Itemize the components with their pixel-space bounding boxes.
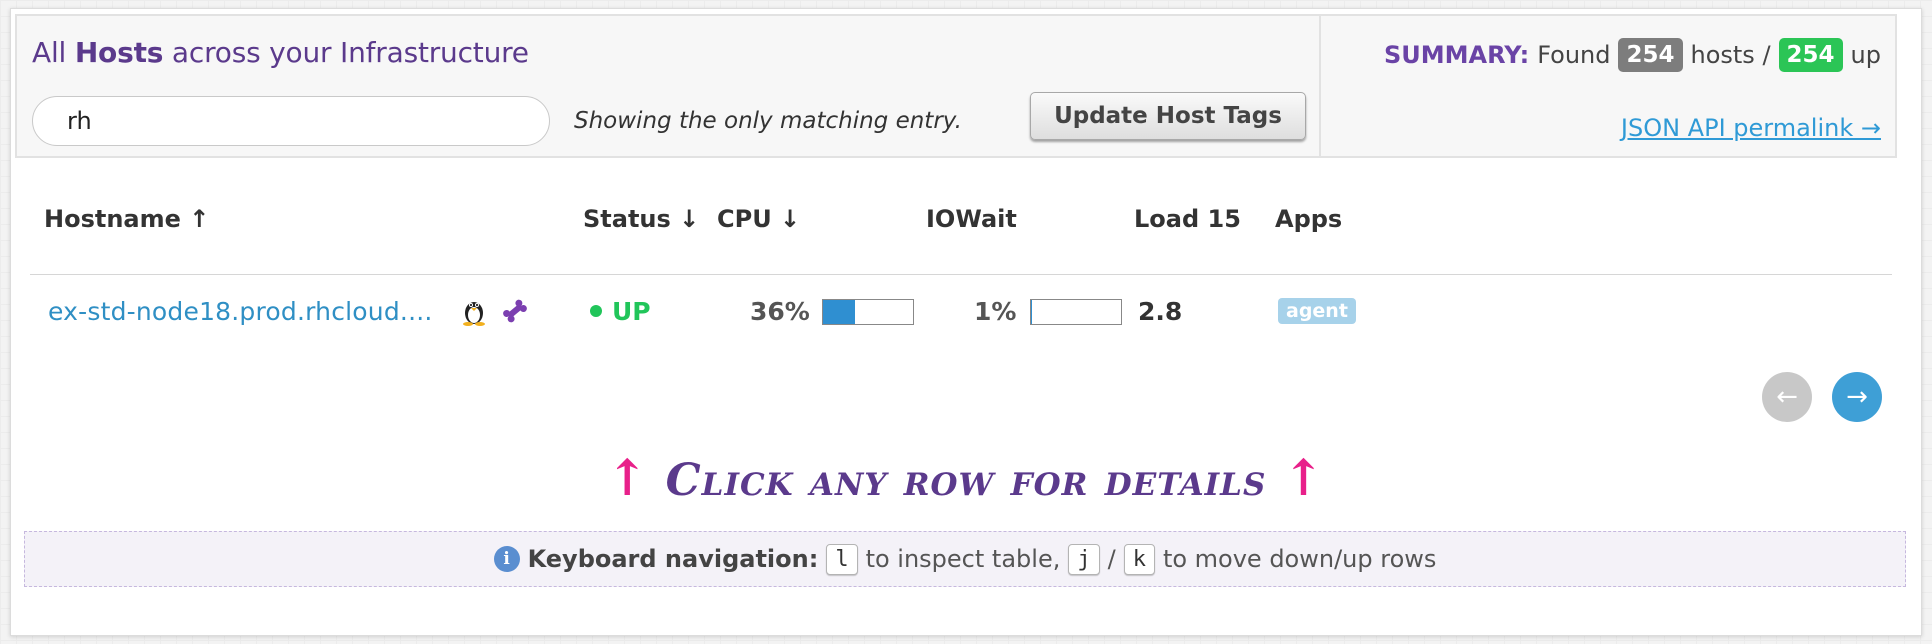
column-header-load15[interactable]: Load 15 (1134, 205, 1241, 233)
column-header-hostname[interactable]: Hostname ↑ (44, 205, 209, 233)
column-header-status[interactable]: Status ↓ (583, 205, 699, 233)
arrow-right-icon[interactable]: → (1832, 372, 1882, 422)
hostname-cell[interactable]: ex-std-node18.prod.rhcloud.... (48, 285, 433, 337)
column-header-cpu[interactable]: CPU ↓ (717, 205, 800, 233)
match-note: Showing the only matching entry. (574, 108, 962, 134)
hostname-link[interactable]: ex-std-node18.prod.rhcloud.... (48, 297, 433, 326)
hint-text: Click any row for details (665, 455, 1267, 506)
keyboard-nav-title: Keyboard navigation: (527, 545, 819, 573)
key-l: l (826, 543, 858, 575)
app-badge-agent[interactable]: agent (1278, 298, 1356, 324)
status-dot-icon (590, 305, 602, 317)
title-prefix: All (32, 36, 67, 69)
header-divider (30, 274, 1892, 275)
search-input[interactable] (32, 96, 550, 146)
column-header-apps[interactable]: Apps (1275, 205, 1342, 233)
up-arrow-icon: ↑ (1282, 448, 1326, 507)
iowait-bar-fill (1031, 300, 1032, 324)
inspect-text: to inspect table, (865, 545, 1061, 573)
iowait-percent: 1% (974, 296, 1017, 326)
arrow-left-icon[interactable]: ← (1762, 372, 1812, 422)
update-host-tags-button[interactable]: Update Host Tags (1030, 92, 1306, 140)
apps-cell: agent (1278, 285, 1356, 337)
header-panel: All Hosts across your Infrastructure Sho… (15, 14, 1897, 158)
bone-icon (500, 285, 530, 337)
info-icon: i (493, 546, 520, 572)
page-title: All Hosts across your Infrastructure (32, 36, 529, 69)
iowait-pct-cell: 1% (974, 285, 1016, 337)
column-header-iowait[interactable]: IOWait (926, 205, 1017, 233)
key-k: k (1123, 543, 1155, 575)
status-badge: UP (612, 296, 651, 326)
cpu-pct-cell: 36% (750, 285, 810, 337)
summary-panel: SUMMARY: Found 254 hosts / 254 up JSON A… (1319, 16, 1895, 156)
table-row[interactable]: ex-std-node18.prod.rhcloud.... UP 36% 1%… (30, 285, 1892, 337)
linux-penguin-icon (460, 285, 488, 337)
hosts-count-badge: 254 (1618, 38, 1683, 72)
summary-up-text: up (1850, 41, 1881, 69)
cpu-bar (822, 299, 914, 325)
cpu-bar-fill (823, 300, 856, 324)
summary-label: SUMMARY: (1384, 41, 1530, 69)
title-strong: Hosts (74, 36, 164, 69)
move-text: to move down/up rows (1162, 545, 1437, 573)
load15-value: 2.8 (1138, 296, 1183, 326)
key-j: j (1068, 543, 1100, 575)
row-details-hint: ↑ Click any row for details ↑ (0, 448, 1932, 507)
json-api-permalink[interactable]: JSON API permalink → (1621, 114, 1881, 142)
title-suffix: across your Infrastructure (171, 36, 529, 69)
summary-hosts-text: hosts / (1690, 41, 1771, 69)
summary-found-text: Found (1537, 41, 1611, 69)
iowait-bar (1030, 299, 1122, 325)
load15-cell: 2.8 (1138, 285, 1182, 337)
up-arrow-icon: ↑ (606, 448, 650, 507)
key-separator: / (1107, 545, 1116, 573)
keyboard-navigation-bar: i Keyboard navigation: l to inspect tabl… (24, 531, 1906, 587)
summary-line: SUMMARY: Found 254 hosts / 254 up (1384, 38, 1881, 72)
status-cell: UP (590, 285, 651, 337)
header-left: All Hosts across your Infrastructure Sho… (17, 16, 1319, 156)
up-count-badge: 254 (1778, 38, 1843, 72)
cpu-percent: 36% (750, 296, 810, 326)
